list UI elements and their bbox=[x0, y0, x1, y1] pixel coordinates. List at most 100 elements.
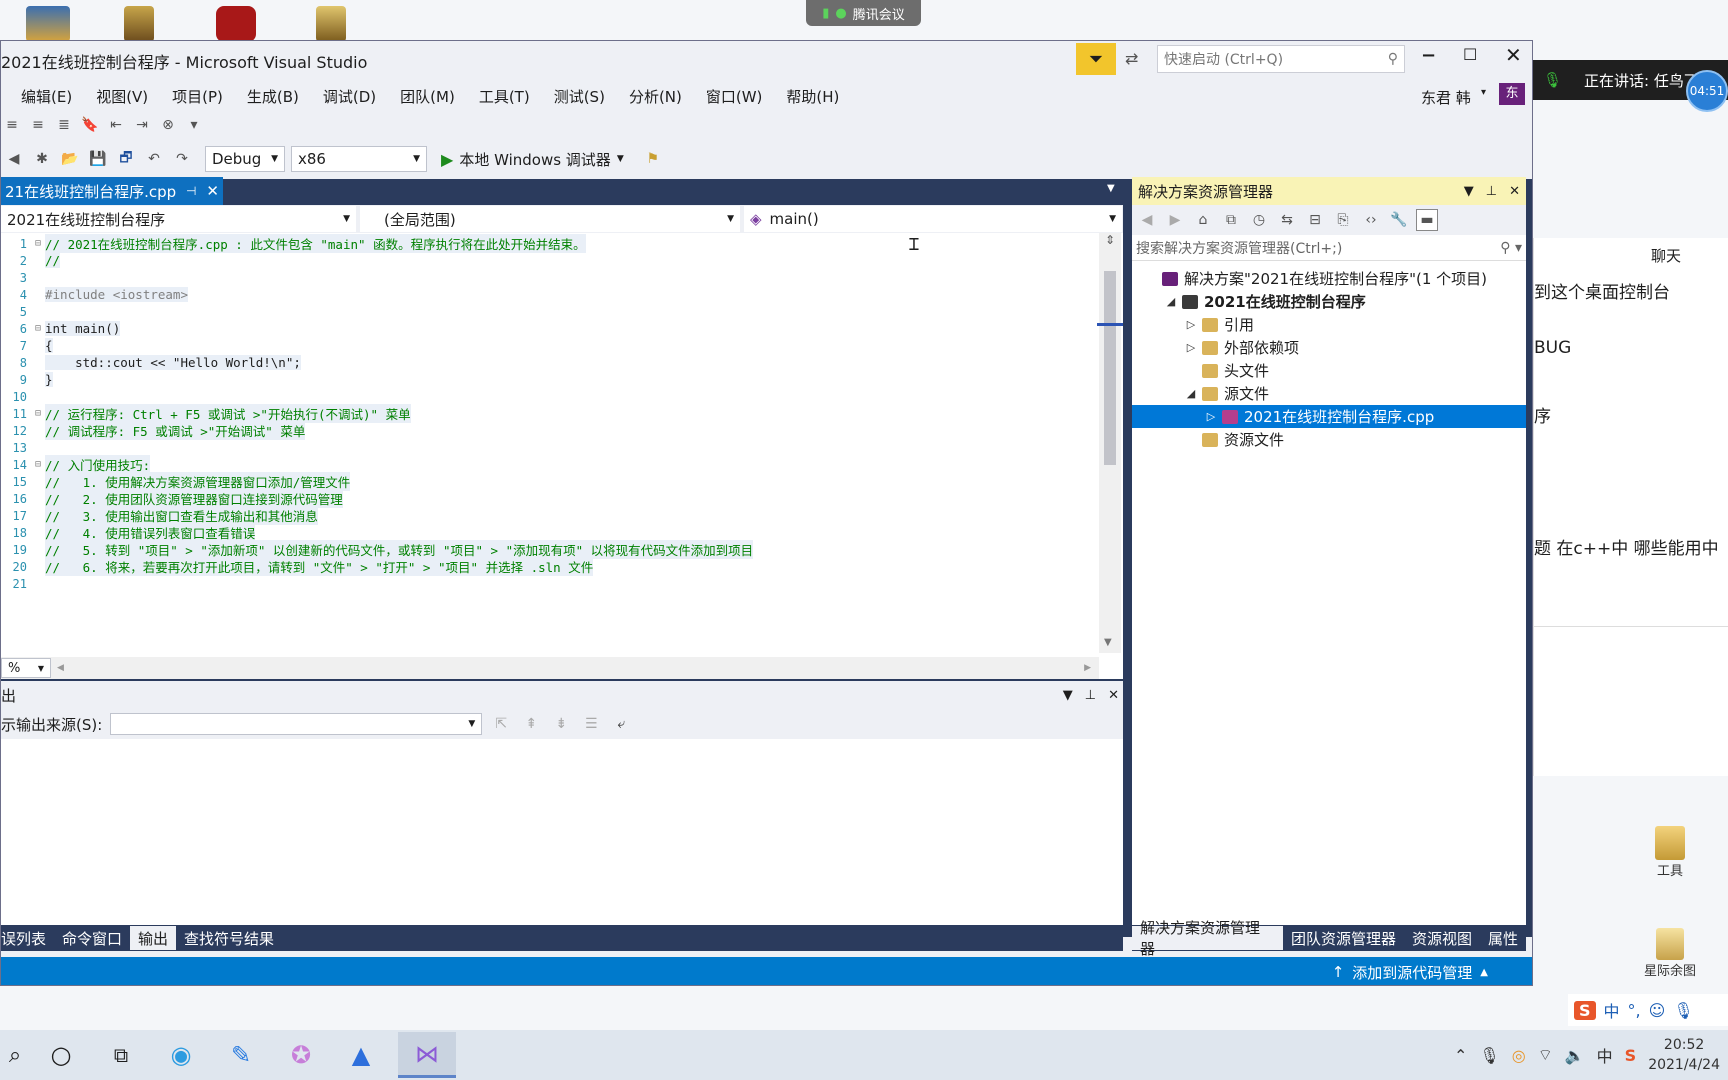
minimize-button[interactable]: − bbox=[1421, 45, 1436, 66]
desktop-icon-1[interactable] bbox=[26, 6, 70, 42]
toolbar-overflow-icon[interactable]: ▾ bbox=[183, 114, 205, 136]
menu-project[interactable]: 项目(P) bbox=[160, 86, 235, 107]
sync-icon[interactable]: ⇆ bbox=[1276, 209, 1298, 231]
close-icon[interactable]: ✕ bbox=[1108, 688, 1119, 703]
clock[interactable]: 20:52 2021/4/24 bbox=[1648, 1035, 1720, 1075]
code-line[interactable]: 13 bbox=[1, 439, 1123, 456]
code-line[interactable]: 10 bbox=[1, 388, 1123, 405]
view-code-icon[interactable]: ‹› bbox=[1360, 209, 1382, 231]
bookmark-icon[interactable]: 🔖 bbox=[79, 114, 101, 136]
visual-studio-icon[interactable]: ⋈ bbox=[398, 1032, 456, 1078]
save-icon[interactable]: 💾 bbox=[87, 148, 109, 170]
project-combo[interactable]: 2021在线班控制台程序 ▼ bbox=[1, 206, 356, 232]
audio-icon[interactable]: ◎ bbox=[1512, 1046, 1526, 1065]
code-line[interactable]: 8 std::cout << "Hello World!\n"; bbox=[1, 354, 1123, 371]
scope-combo[interactable]: (全局范围) ▼ bbox=[360, 206, 740, 232]
properties-icon[interactable]: 🔧 bbox=[1388, 209, 1410, 231]
member-combo[interactable]: ◈ main() ▼ bbox=[744, 206, 1122, 232]
prev-bookmark-icon[interactable]: ⇤ bbox=[105, 114, 127, 136]
user-avatar[interactable]: 东 bbox=[1499, 83, 1525, 105]
zoom-select[interactable]: % ▼ bbox=[1, 658, 51, 678]
code-line[interactable]: 12 // 调试程序: F5 或调试 >"开始调试" 菜单 bbox=[1, 421, 1123, 440]
comment-icon[interactable]: ≣ bbox=[53, 114, 75, 136]
goto-prev-icon[interactable]: ⇱ bbox=[490, 713, 512, 735]
cortana-icon[interactable]: ○ bbox=[38, 1032, 84, 1078]
source-control-label[interactable]: 添加到源代码管理 bbox=[1352, 962, 1472, 983]
ime-label[interactable]: 中 bbox=[1597, 1043, 1613, 1067]
save-all-icon[interactable]: 🗗 bbox=[115, 148, 137, 170]
code-line[interactable]: 5 bbox=[1, 303, 1123, 320]
preview-icon[interactable]: ▬ bbox=[1416, 209, 1438, 231]
expand-toggle-icon[interactable]: ◢ bbox=[1180, 387, 1202, 400]
tab-overflow-icon[interactable]: ▼ bbox=[1107, 183, 1115, 194]
next-bookmark-icon[interactable]: ⇥ bbox=[131, 114, 153, 136]
switch-views-icon[interactable]: ⧉ bbox=[1220, 209, 1242, 231]
call-timer[interactable]: 04:51 bbox=[1686, 70, 1728, 112]
expand-toggle-icon[interactable]: ◢ bbox=[1160, 295, 1182, 308]
chevron-up-icon[interactable]: ⌃ bbox=[1454, 1046, 1467, 1065]
code-line[interactable]: 11 ⊟// 运行程序: Ctrl + F5 或调试 >"开始执行(不调试)" 菜… bbox=[1, 404, 1123, 423]
tree-item[interactable]: ▷ 引用 bbox=[1132, 313, 1526, 336]
code-line[interactable]: 21 bbox=[1, 575, 1123, 592]
code-editor[interactable]: 1 ⊟// 2021在线班控制台程序.cpp : 此文件包含 "main" 函数。… bbox=[1, 233, 1123, 679]
word-wrap-icon[interactable]: ⤶ bbox=[610, 713, 632, 735]
undo-icon[interactable]: ↶ bbox=[143, 148, 165, 170]
fold-toggle-icon[interactable]: ⊟ bbox=[31, 459, 45, 470]
sogou-icon[interactable]: S bbox=[1625, 1046, 1637, 1065]
filter-button[interactable]: ⏷ bbox=[1076, 43, 1116, 75]
new-project-icon[interactable]: ✱ bbox=[31, 148, 53, 170]
fold-toggle-icon[interactable]: ⊟ bbox=[31, 408, 45, 419]
platform-select[interactable]: x86 ▼ bbox=[291, 146, 427, 172]
edge-icon[interactable]: ◉ bbox=[158, 1032, 204, 1078]
search-icon[interactable]: ⌕ bbox=[0, 1032, 30, 1078]
menu-team[interactable]: 团队(M) bbox=[388, 86, 467, 107]
meeting-indicator[interactable]: ▮ ● 腾讯会议 bbox=[806, 0, 921, 26]
show-all-files-icon[interactable]: ⎘ bbox=[1332, 209, 1354, 231]
notes-app-icon[interactable]: ✎ bbox=[218, 1032, 264, 1078]
menu-view[interactable]: 视图(V) bbox=[84, 86, 160, 107]
fold-toggle-icon[interactable]: ⊟ bbox=[31, 323, 45, 334]
scroll-right-icon[interactable]: ▶ bbox=[1084, 663, 1091, 673]
menu-build[interactable]: 生成(B) bbox=[235, 86, 311, 107]
tencent-meeting-icon[interactable]: ▲ bbox=[338, 1032, 384, 1078]
tab-resource-view[interactable]: 资源视图 bbox=[1404, 926, 1480, 950]
code-line[interactable]: 3 bbox=[1, 269, 1123, 286]
tab-properties[interactable]: 属性 bbox=[1480, 926, 1526, 950]
solution-search-box[interactable]: 搜索解决方案资源管理器(Ctrl+;) ⚲ ▾ bbox=[1132, 235, 1526, 261]
code-line[interactable]: 15// 1. 使用解决方案资源管理器窗口添加/管理文件 bbox=[1, 472, 1123, 491]
user-dropdown-icon[interactable]: ▾ bbox=[1481, 87, 1486, 98]
indent-icon[interactable]: ≡ bbox=[27, 114, 49, 136]
tab-solution-explorer[interactable]: 解决方案资源管理器 bbox=[1132, 919, 1283, 958]
tree-item[interactable]: ▷ 外部依赖项 bbox=[1132, 336, 1526, 359]
vertical-scrollbar[interactable]: ⇕ ▼ bbox=[1097, 233, 1123, 653]
pin-icon[interactable]: ⊥ bbox=[1085, 688, 1096, 703]
menu-edit[interactable]: 编辑(E) bbox=[9, 86, 84, 107]
code-line[interactable]: 14 ⊟// 入门使用技巧: bbox=[1, 455, 1123, 474]
scroll-down-icon[interactable]: ▼ bbox=[1104, 637, 1112, 648]
config-select[interactable]: Debug ▼ bbox=[205, 146, 285, 172]
code-line[interactable]: 1 ⊟// 2021在线班控制台程序.cpp : 此文件包含 "main" 函数。… bbox=[1, 234, 1123, 253]
tab-error-list[interactable]: 误列表 bbox=[1, 926, 54, 950]
microphone-icon[interactable]: 🎙 bbox=[1479, 1046, 1499, 1065]
desktop-icon-4[interactable] bbox=[316, 6, 346, 42]
task-view-icon[interactable]: ⧉ bbox=[98, 1032, 144, 1078]
goto-next-icon[interactable]: ⇞ bbox=[520, 713, 542, 735]
forward-icon[interactable]: ▶ bbox=[1164, 209, 1186, 231]
desktop-icon-star[interactable]: 星际余图 bbox=[1630, 928, 1710, 979]
scroll-left-icon[interactable]: ◀ bbox=[57, 663, 64, 673]
code-line[interactable]: 20 // 6. 将来，若要再次打开此项目，请转到 "文件" > "打开" > "… bbox=[1, 557, 1123, 576]
fold-toggle-icon[interactable]: ⊟ bbox=[31, 238, 45, 249]
menu-analyze[interactable]: 分析(N) bbox=[617, 86, 694, 107]
ime-toolbar[interactable]: S 中 °, ☺ 🎙 bbox=[1568, 994, 1728, 1026]
output-source-select[interactable]: ▼ bbox=[110, 713, 483, 735]
menu-test[interactable]: 测试(S) bbox=[542, 86, 617, 107]
menu-tools[interactable]: 工具(T) bbox=[467, 86, 542, 107]
tab-find-symbol-results[interactable]: 查找符号结果 bbox=[176, 926, 282, 950]
expand-toggle-icon[interactable]: ▷ bbox=[1180, 341, 1202, 354]
code-line[interactable]: 19// 5. 转到 "项目" > "添加新项" 以创建新的代码文件，或转到 "… bbox=[1, 540, 1123, 559]
outdent-icon[interactable]: ≡ bbox=[1, 114, 23, 136]
desktop-icon-tools[interactable]: 工具 bbox=[1640, 826, 1700, 879]
split-icon[interactable]: ⇕ bbox=[1099, 233, 1121, 247]
maximize-button[interactable]: ☐ bbox=[1463, 45, 1477, 64]
menu-debug[interactable]: 调试(D) bbox=[311, 86, 388, 107]
